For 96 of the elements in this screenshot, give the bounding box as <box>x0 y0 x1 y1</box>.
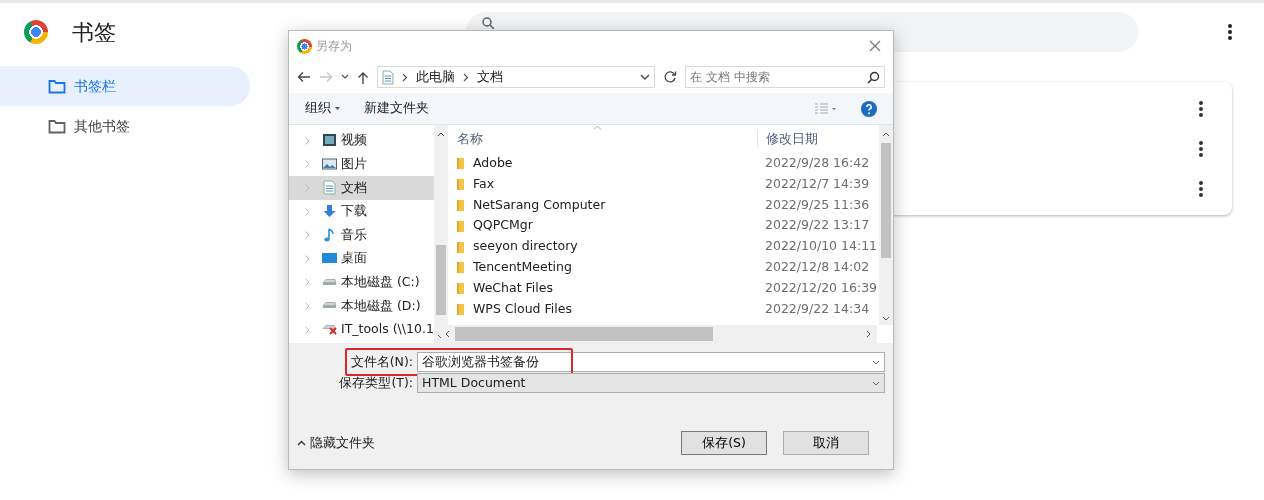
folder-icon <box>48 118 66 134</box>
search-field[interactable]: 在 文档 中搜索 <box>685 66 885 88</box>
file-row[interactable]: Fax 2022/12/7 14:39 <box>441 173 879 195</box>
file-row[interactable]: NetSarang Computer 2022/9/25 11:36 <box>441 194 879 216</box>
dialog-title: 另存为 <box>316 38 352 55</box>
scroll-up-icon <box>436 132 445 137</box>
column-header[interactable]: 名称 <box>441 129 757 149</box>
dropdown-field[interactable]: HTML Document <box>417 373 885 393</box>
folder-icon <box>457 199 465 211</box>
folder-icon <box>457 178 465 191</box>
sidebar-item[interactable]: 其他书签 <box>0 106 250 146</box>
sidebar-item[interactable]: 书签栏 <box>0 66 250 106</box>
organize-menu[interactable]: 组织 <box>305 99 340 118</box>
refresh-icon[interactable] <box>663 70 677 84</box>
up-arrow-icon[interactable] <box>357 70 369 84</box>
search-icon <box>482 17 494 29</box>
folder-icon <box>457 240 465 253</box>
input-field[interactable]: 谷歌浏览器书签备份 <box>417 352 885 372</box>
tree-item[interactable]: 本地磁盘 (C:) <box>289 270 434 295</box>
search-icon <box>867 70 880 84</box>
tree-item[interactable]: 桌面 <box>289 246 434 271</box>
tree-item[interactable]: 本地磁盘 (D:) <box>289 294 434 318</box>
more-icon[interactable] <box>1199 181 1203 197</box>
music-icon <box>322 227 337 243</box>
scrollbar[interactable] <box>441 325 877 343</box>
scrollbar[interactable] <box>433 125 448 343</box>
drive-icon <box>322 278 337 286</box>
file-row[interactable]: WPS Cloud Files 2022/9/22 14:34 <box>441 298 879 320</box>
breadcrumb-item[interactable]: 文档 <box>477 67 503 87</box>
chevron-down-icon <box>872 359 880 365</box>
scrollbar-thumb[interactable] <box>455 327 713 341</box>
chevron-down-icon[interactable] <box>341 74 349 80</box>
chrome-logo-icon <box>297 38 312 54</box>
scrollbar-thumb[interactable] <box>435 245 446 315</box>
tree-item[interactable]: 文档 <box>289 176 434 200</box>
chevron-right-icon <box>305 207 310 216</box>
address-bar[interactable]: 此电脑 文档 <box>377 66 655 88</box>
file-row[interactable]: WeChat Files 2022/12/20 16:39 <box>441 277 879 299</box>
scroll-down-icon <box>882 316 890 321</box>
chevron-right-icon <box>305 301 310 310</box>
more-icon[interactable] <box>1199 141 1203 157</box>
chevron-right-icon <box>305 160 310 169</box>
back-arrow-icon[interactable] <box>297 71 311 83</box>
page-title: 书签 <box>72 18 116 47</box>
folder-icon <box>457 157 465 170</box>
file-row[interactable]: TencentMeeting 2022/12/8 14:02 <box>441 257 879 278</box>
file-row[interactable]: QQPCMgr 2022/9/22 13:17 <box>441 215 879 237</box>
folder-icon <box>48 78 66 94</box>
network-drive-icon <box>322 324 337 335</box>
more-icon[interactable] <box>1228 24 1232 40</box>
file-row[interactable]: Adobe 2022/9/28 16:42 <box>441 153 879 174</box>
chevron-right-icon <box>463 72 469 82</box>
chevron-right-icon <box>305 325 310 334</box>
breadcrumb-item[interactable]: 此电脑 <box>416 67 455 87</box>
caret-icon <box>335 107 340 110</box>
folder-icon <box>457 302 465 315</box>
tree-item[interactable]: 图片 <box>289 152 434 177</box>
file-row[interactable]: seeyon directory 2022/10/10 14:11 <box>441 236 879 257</box>
caret-up-icon <box>297 440 306 446</box>
video-icon <box>322 133 337 149</box>
chrome-logo-icon <box>24 20 48 44</box>
help-icon[interactable] <box>861 100 877 117</box>
close-icon[interactable] <box>869 40 881 52</box>
chevron-right-icon <box>305 278 310 287</box>
cancel-button[interactable]: 取消 <box>783 431 869 455</box>
folder-icon <box>457 282 465 295</box>
scroll-left-icon <box>445 330 450 338</box>
chevron-right-icon <box>305 231 310 240</box>
chevron-down-icon[interactable] <box>640 73 650 81</box>
chevron-right-icon <box>305 254 310 263</box>
picture-icon <box>322 156 337 172</box>
field-label: 文件名(N): <box>350 353 413 369</box>
drive-icon <box>322 302 337 310</box>
document-icon <box>322 180 337 196</box>
scroll-right-icon <box>866 330 871 338</box>
document-icon <box>382 69 394 85</box>
scrollbar-thumb[interactable] <box>881 143 891 258</box>
chevron-right-icon <box>402 72 408 82</box>
scroll-up-icon <box>882 132 890 137</box>
chevron-right-icon <box>305 136 310 145</box>
more-icon[interactable] <box>1199 101 1203 117</box>
save-button[interactable]: 保存(S) <box>681 431 767 455</box>
field-label: 保存类型(T): <box>339 374 413 390</box>
tree-item[interactable]: IT_tools (\\10.1 <box>289 317 434 342</box>
chevron-right-icon <box>305 184 310 192</box>
download-icon <box>322 204 337 220</box>
folder-icon <box>457 219 465 232</box>
new-folder-button[interactable]: 新建文件夹 <box>364 99 429 118</box>
hide-folders-toggle[interactable]: 隐藏文件夹 <box>297 433 375 453</box>
search-placeholder: 在 文档 中搜索 <box>690 69 770 86</box>
tree-item[interactable]: 音乐 <box>289 223 434 247</box>
folder-icon <box>457 261 465 274</box>
chevron-down-icon <box>872 380 880 386</box>
scrollbar[interactable] <box>879 125 893 325</box>
tree-item[interactable]: 下载 <box>289 199 434 224</box>
tree-item[interactable]: 视频 <box>289 129 434 153</box>
